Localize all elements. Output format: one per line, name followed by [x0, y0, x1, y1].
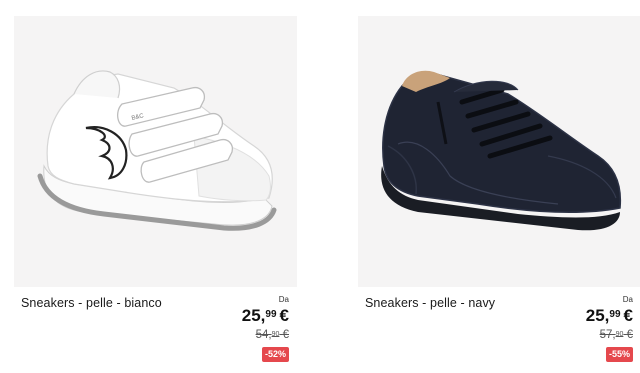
- current-price: 25,99 €: [585, 306, 633, 325]
- product-card[interactable]: Sneakers - pelle - navy Da 25,99 € 57,90 …: [358, 16, 640, 373]
- product-grid: B&C Sneakers - pelle - bianco Da 25,99 € …: [0, 0, 640, 373]
- white-velcro-sneaker-image: B&C: [37, 70, 277, 231]
- price-block: Da 25,99 € 57,90 € -55%: [523, 295, 633, 362]
- product-image[interactable]: [358, 16, 640, 287]
- navy-leather-shoe-image: [381, 70, 622, 231]
- current-price: 25,99 €: [241, 306, 289, 325]
- discount-badge: -52%: [261, 347, 289, 362]
- original-price: 57,90 €: [599, 329, 633, 341]
- original-price: 54,90 €: [255, 329, 289, 341]
- product-card[interactable]: B&C Sneakers - pelle - bianco Da 25,99 € …: [14, 16, 297, 373]
- product-name[interactable]: Sneakers - pelle - bianco: [21, 296, 162, 310]
- discount-badge: -55%: [605, 347, 633, 362]
- price-from-label: Da: [278, 295, 289, 304]
- product-image[interactable]: B&C: [14, 16, 297, 287]
- product-name[interactable]: Sneakers - pelle - navy: [365, 296, 495, 310]
- price-from-label: Da: [622, 295, 633, 304]
- price-block: Da 25,99 € 54,90 € -52%: [179, 295, 289, 362]
